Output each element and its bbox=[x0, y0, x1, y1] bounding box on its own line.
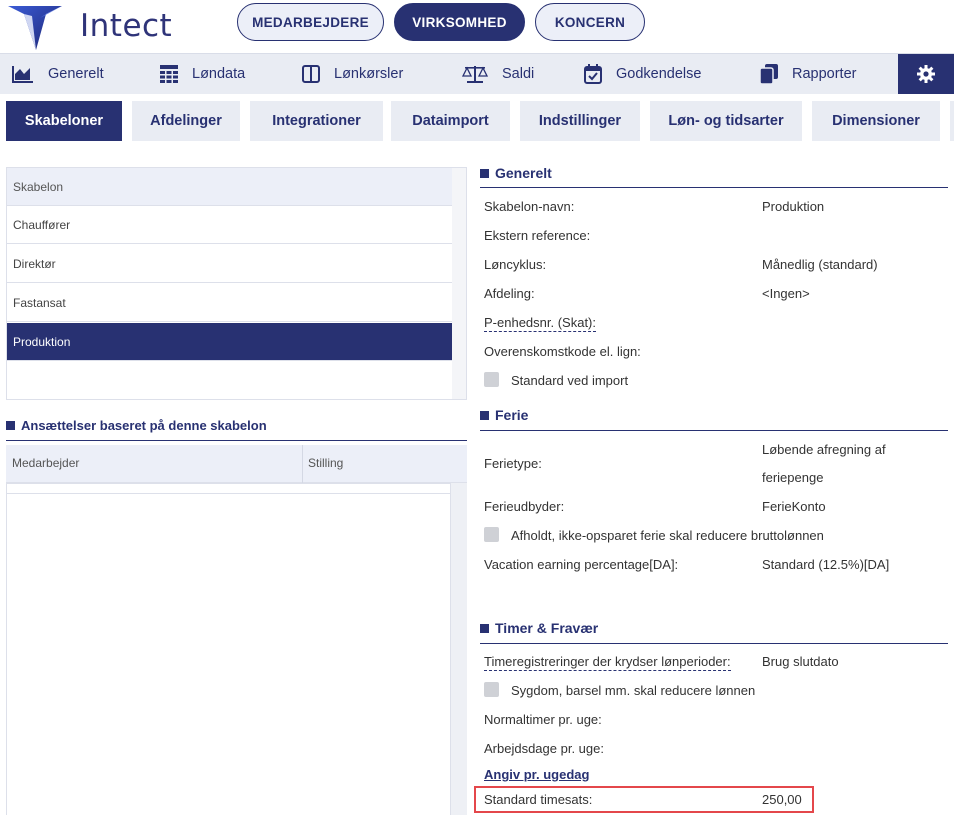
reduce-gross-pay-checkbox[interactable] bbox=[484, 527, 499, 542]
sick-reduce-label: Sygdom, barsel mm. skal reducere lønnen bbox=[511, 683, 756, 698]
ferie-divider bbox=[480, 430, 948, 431]
per-weekday-link[interactable]: Angiv pr. ugedag bbox=[484, 767, 589, 782]
department-value: <Ingen> bbox=[762, 286, 810, 301]
medarbejdere-pill[interactable]: MEDARBEJDERE bbox=[237, 3, 384, 41]
scale-icon bbox=[462, 66, 488, 83]
external-reference-label: Ekstern reference: bbox=[484, 228, 591, 243]
koncern-pill[interactable]: KONCERN bbox=[535, 3, 645, 41]
vacation-earning-value: Standard (12.5%)[DA] bbox=[762, 557, 890, 572]
intect-logo-icon bbox=[8, 6, 62, 50]
calendar-check-icon bbox=[584, 64, 602, 84]
generelt-divider bbox=[480, 187, 948, 188]
tab-dataimport[interactable]: Dataimport bbox=[391, 101, 510, 141]
chart-area-icon bbox=[12, 66, 33, 83]
employments-title: Ansættelser baseret på denne skabelon bbox=[21, 418, 267, 433]
tab-dimensioner[interactable]: Dimensioner bbox=[812, 101, 940, 141]
template-list: Skabelon Chauffører Direktør Fastansat P… bbox=[6, 167, 467, 400]
vacation-earning-label: Vacation earning percentage[DA]: bbox=[484, 557, 679, 572]
timer-divider bbox=[480, 643, 948, 644]
timer-title: Timer & Fravær bbox=[495, 620, 599, 636]
standard-import-checkbox[interactable] bbox=[484, 372, 499, 387]
employments-empty-row bbox=[6, 483, 451, 494]
standard-import-label: Standard ved import bbox=[511, 373, 629, 388]
template-item-direktoer[interactable]: Direktør bbox=[7, 245, 452, 283]
generelt-title: Generelt bbox=[495, 165, 552, 181]
nav-generelt-label: Generelt bbox=[48, 66, 104, 82]
nav-rapporter[interactable]: Rapporter bbox=[760, 54, 856, 94]
sub-tabs: Skabeloner Afdelinger Integrationer Data… bbox=[0, 101, 954, 141]
virksomhed-pill[interactable]: VIRKSOMHED bbox=[394, 3, 525, 41]
settings-button[interactable] bbox=[898, 54, 954, 94]
nav-generelt[interactable]: Generelt bbox=[12, 54, 104, 94]
period-crossing-label[interactable]: Timeregistreringer der krydser lønperiod… bbox=[484, 654, 731, 671]
vacation-provider-label: Ferieudbyder: bbox=[484, 499, 565, 514]
agreement-code-label: Overenskomstkode el. lign: bbox=[484, 344, 641, 359]
pay-cycle-label: Løncyklus: bbox=[484, 257, 547, 272]
main-nav: Generelt Løndata Lønkørsler Saldi Godken… bbox=[0, 53, 954, 94]
brand-name: Intect bbox=[80, 8, 173, 44]
nav-godkendelse[interactable]: Godkendelse bbox=[584, 54, 701, 94]
tabs-overflow-edge bbox=[950, 101, 954, 141]
ferie-heading: Ferie bbox=[480, 407, 528, 423]
template-item-chauffoerer[interactable]: Chauffører bbox=[7, 206, 452, 244]
column-header-position[interactable]: Stilling bbox=[308, 456, 343, 470]
employments-divider bbox=[6, 440, 467, 441]
nav-rapporter-label: Rapporter bbox=[792, 66, 857, 82]
gear-icon bbox=[917, 65, 935, 83]
template-list-scrollbar[interactable] bbox=[452, 168, 466, 399]
pay-cycle-value: Månedlig (standard) bbox=[762, 257, 878, 272]
nav-saldi[interactable]: Saldi bbox=[462, 54, 534, 94]
template-name-label: Skabelon-navn: bbox=[484, 199, 575, 214]
columns-icon bbox=[302, 65, 320, 83]
reduce-gross-pay-label: Afholdt, ikke-opsparet ferie skal reduce… bbox=[511, 528, 824, 543]
nav-loenkoersler-label: Lønkørsler bbox=[334, 66, 404, 82]
hourly-rate-highlight bbox=[474, 786, 814, 813]
employments-table-header: Medarbejder Stilling bbox=[6, 445, 467, 483]
employments-heading: Ansættelser baseret på denne skabelon bbox=[6, 418, 267, 433]
nav-loenkoersler[interactable]: Lønkørsler bbox=[302, 54, 403, 94]
vacation-type-label: Ferietype: bbox=[484, 456, 542, 471]
nav-loendata-label: Løndata bbox=[192, 66, 246, 82]
tab-loen-og-tidsarter[interactable]: Løn- og tidsarter bbox=[650, 101, 802, 141]
top-bar: Intect MEDARBEJDERE VIRKSOMHED KONCERN bbox=[0, 0, 954, 52]
section-marker-icon bbox=[480, 410, 489, 420]
tab-afdelinger[interactable]: Afdelinger bbox=[132, 101, 240, 141]
period-crossing-value: Brug slutdato bbox=[762, 654, 839, 669]
intect-logo[interactable]: Intect bbox=[6, 2, 176, 52]
section-marker-icon bbox=[480, 168, 489, 178]
department-label: Afdeling: bbox=[484, 286, 535, 301]
timer-heading: Timer & Fravær bbox=[480, 620, 598, 636]
tab-skabeloner[interactable]: Skabeloner bbox=[6, 101, 122, 141]
template-list-header: Skabelon bbox=[7, 168, 466, 206]
template-item-fastansat[interactable]: Fastansat bbox=[7, 284, 452, 322]
copy-icon bbox=[760, 64, 778, 84]
sick-reduce-checkbox[interactable] bbox=[484, 682, 499, 697]
nav-loendata[interactable]: Løndata bbox=[160, 54, 245, 94]
column-header-employee[interactable]: Medarbejder bbox=[12, 456, 79, 470]
template-name-value: Produktion bbox=[762, 199, 825, 214]
ferie-title: Ferie bbox=[495, 407, 529, 423]
nav-saldi-label: Saldi bbox=[502, 66, 535, 82]
tab-indstillinger[interactable]: Indstillinger bbox=[520, 101, 640, 141]
vacation-type-value-line1: Løbende afregning af bbox=[762, 442, 886, 457]
employments-scrollbar[interactable] bbox=[451, 483, 467, 815]
section-marker-icon bbox=[480, 623, 489, 633]
column-divider bbox=[302, 445, 303, 483]
table-grid-icon bbox=[160, 65, 178, 83]
generelt-heading: Generelt bbox=[480, 165, 552, 181]
tab-integrationer[interactable]: Integrationer bbox=[250, 101, 383, 141]
vacation-type-value-line2: feriepenge bbox=[762, 470, 824, 485]
vacation-provider-value: FerieKonto bbox=[762, 499, 826, 514]
p-unit-label[interactable]: P-enhedsnr. (Skat): bbox=[484, 315, 596, 332]
normal-hours-label: Normaltimer pr. uge: bbox=[484, 712, 602, 727]
work-days-label: Arbejdsdage pr. uge: bbox=[484, 741, 604, 756]
template-item-produktion[interactable]: Produktion bbox=[7, 323, 452, 361]
nav-godkendelse-label: Godkendelse bbox=[616, 66, 702, 82]
employments-table-body bbox=[6, 483, 451, 815]
section-marker-icon bbox=[6, 421, 15, 430]
